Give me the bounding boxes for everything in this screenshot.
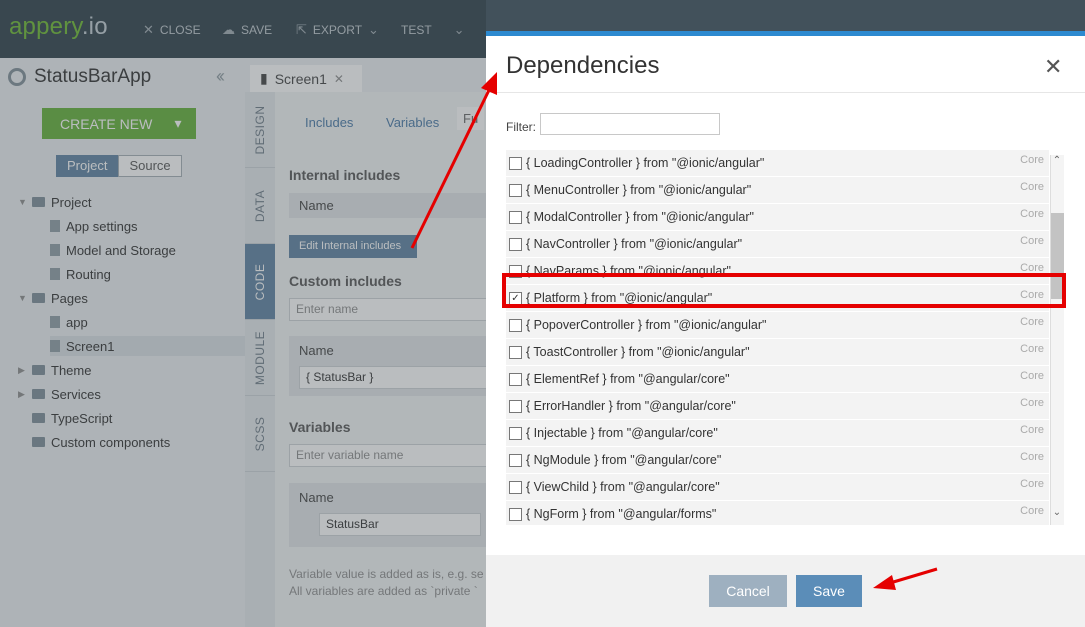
arrow-to-save-line [889, 567, 938, 585]
arrow-to-save-head [873, 575, 896, 590]
annotation-arrows [410, 72, 938, 590]
arrow-to-title-line [410, 85, 493, 249]
